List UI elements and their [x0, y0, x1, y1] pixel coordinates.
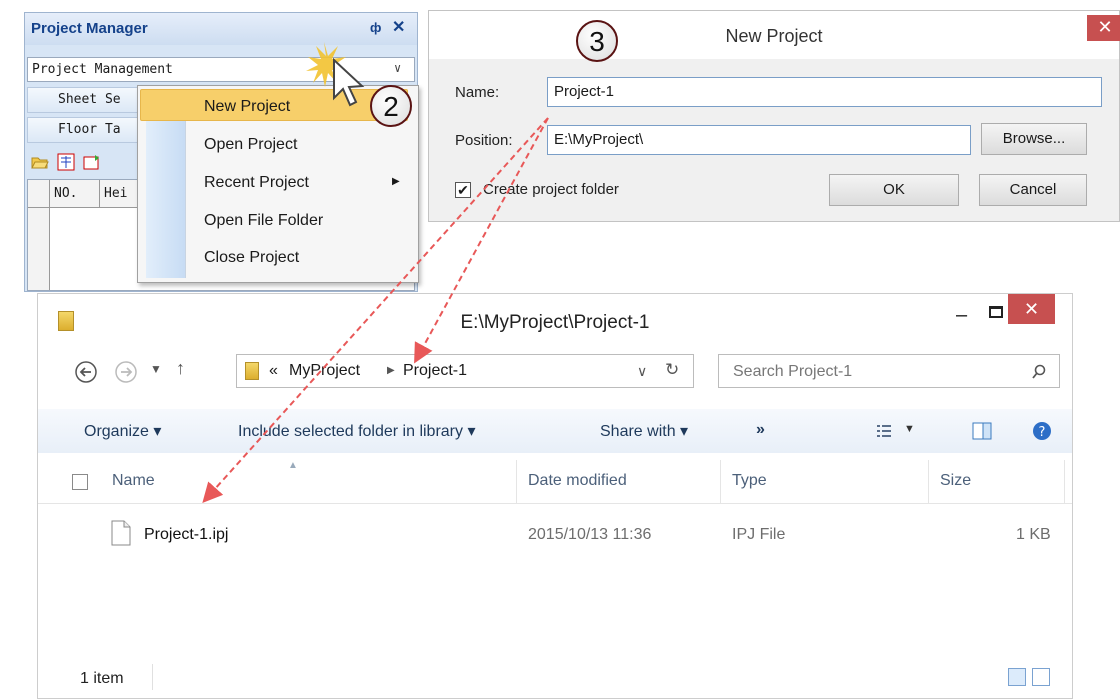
row-label: Sheet Se	[58, 92, 121, 107]
new-project-dialog: New Project ✕ Name: Project-1 Position: …	[428, 10, 1120, 222]
help-icon[interactable]: ?	[1032, 421, 1052, 441]
column-divider[interactable]	[1064, 460, 1065, 504]
file-size: 1 KB	[1016, 526, 1051, 543]
address-dropdown-icon[interactable]: ∨	[637, 363, 647, 380]
ok-button[interactable]: OK	[829, 174, 959, 206]
menu-item-new-project[interactable]: New Project	[204, 98, 290, 116]
name-label: Name:	[455, 84, 500, 101]
organize-menu[interactable]: Organize ▾	[84, 421, 161, 441]
column-size[interactable]: Size	[940, 472, 971, 490]
dialog-title: New Project	[725, 26, 823, 46]
step-3-badge: 3	[576, 20, 618, 62]
window-close-button[interactable]: ✕	[1008, 294, 1055, 324]
browse-button[interactable]: Browse...	[981, 123, 1087, 155]
view-options-icon[interactable]	[876, 423, 892, 439]
create-folder-label: Create project folder	[483, 181, 619, 198]
command-bar: Organize ▾ Include selected folder in li…	[38, 409, 1072, 453]
grid-header-no[interactable]: NO.	[50, 180, 100, 208]
column-type[interactable]: Type	[732, 472, 767, 490]
view-dropdown-icon[interactable]: ▼	[904, 423, 915, 435]
svg-text:?: ?	[1039, 425, 1046, 440]
select-all-checkbox[interactable]	[72, 474, 88, 490]
column-header-row: Name ▲ Date modified Type Size	[38, 460, 1072, 504]
header-label: NO.	[54, 186, 78, 201]
open-folder-icon[interactable]	[31, 153, 49, 171]
folder-icon	[245, 362, 259, 380]
window-title: E:\MyProject\Project-1	[460, 312, 650, 333]
column-divider[interactable]	[516, 460, 517, 504]
header-label: Hei	[104, 186, 128, 201]
breadcrumb-myproject[interactable]: MyProject	[289, 362, 360, 380]
mouse-cursor-icon	[306, 42, 365, 107]
more-commands-chevron[interactable]: »	[756, 421, 765, 439]
file-name[interactable]: Project-1.ipj	[144, 526, 228, 544]
search-input[interactable]: Search Project-1	[733, 363, 852, 381]
item-count: 1 item	[80, 670, 124, 687]
breadcrumb-separator-icon[interactable]: ▶	[387, 365, 395, 376]
refresh-icon[interactable]: ↻	[665, 360, 679, 380]
menu-item-open-file-folder[interactable]: Open File Folder	[204, 212, 323, 230]
panel-close-icon[interactable]: ✕	[392, 17, 405, 37]
column-date-modified[interactable]: Date modified	[528, 472, 627, 490]
breadcrumb-overflow[interactable]: «	[269, 362, 278, 380]
position-input[interactable]: E:\MyProject\	[547, 125, 971, 155]
panel-title: Project Manager	[31, 20, 148, 37]
dropdown-value: Project Management	[32, 62, 173, 77]
row-header-strip	[28, 208, 50, 290]
refresh-icon[interactable]	[83, 153, 101, 171]
position-label: Position:	[455, 132, 513, 149]
include-in-library-menu[interactable]: Include selected folder in library ▾	[238, 421, 475, 441]
grid-corner	[28, 180, 50, 208]
menu-item-open-project[interactable]: Open Project	[204, 136, 297, 154]
row-label: Floor Ta	[58, 122, 121, 137]
column-name[interactable]: Name	[112, 472, 155, 490]
search-box[interactable]: Search Project-1	[718, 354, 1060, 388]
dialog-close-button[interactable]: ✕	[1087, 15, 1120, 41]
back-button-icon[interactable]	[74, 360, 98, 384]
breadcrumb-project-1[interactable]: Project-1	[403, 362, 467, 380]
status-divider	[152, 664, 153, 690]
table-edit-icon[interactable]	[57, 153, 75, 171]
explorer-window: E:\MyProject\Project-1 – ✕ ⎌ ▼ ↑ « MyPro…	[37, 293, 1073, 699]
column-divider[interactable]	[928, 460, 929, 504]
submenu-arrow-icon: ▶	[392, 176, 400, 187]
column-divider[interactable]	[720, 460, 721, 504]
preview-pane-icon[interactable]	[972, 421, 992, 441]
file-date-modified: 2015/10/13 11:36	[528, 526, 652, 543]
pin-icon[interactable]: ф	[370, 20, 381, 35]
chevron-down-icon[interactable]: ∨	[394, 61, 401, 75]
large-icons-view-icon[interactable]	[1032, 668, 1050, 686]
up-arrow-icon[interactable]: ↑	[176, 358, 185, 379]
status-bar: 1 item	[38, 658, 1072, 698]
details-view-icon[interactable]	[1008, 668, 1026, 686]
forward-button-icon[interactable]	[114, 360, 138, 384]
search-icon[interactable]	[1031, 364, 1047, 380]
create-folder-checkbox[interactable]: ✔	[455, 182, 471, 198]
sort-ascending-icon: ▲	[288, 460, 298, 471]
dialog-title-bar: New Project ✕	[429, 11, 1120, 59]
file-type: IPJ File	[732, 526, 786, 543]
cancel-button[interactable]: Cancel	[979, 174, 1087, 206]
share-with-menu[interactable]: Share with ▾	[600, 421, 688, 441]
menu-item-recent-project[interactable]: Recent Project	[204, 174, 309, 192]
recent-locations-chevron-icon[interactable]: ▼	[150, 362, 162, 376]
project-name-input[interactable]: Project-1	[547, 77, 1102, 107]
file-icon	[111, 520, 131, 546]
maximize-button[interactable]	[989, 306, 1003, 318]
step-2-badge: 2	[370, 85, 412, 127]
menu-item-close-project[interactable]: Close Project	[204, 249, 299, 267]
address-bar[interactable]: « MyProject ▶ Project-1 ∨ ↻	[236, 354, 694, 388]
minimize-button[interactable]: –	[956, 304, 967, 327]
